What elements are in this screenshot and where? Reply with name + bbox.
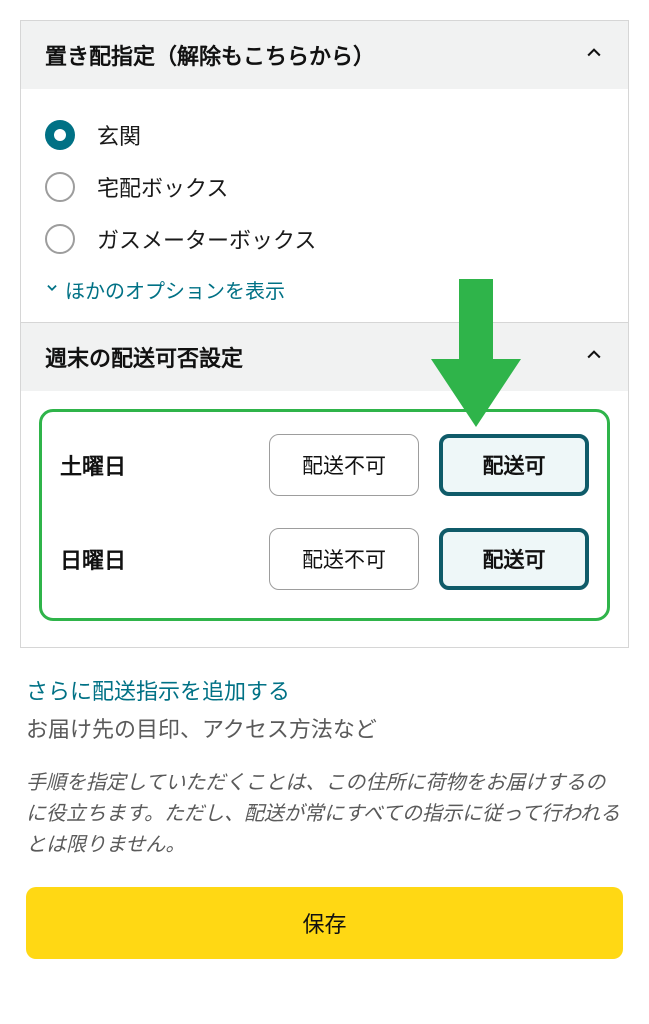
weekend-row-sunday: 日曜日 配送不可 配送可	[60, 528, 589, 590]
placement-option-label: ガスメーターボックス	[97, 223, 316, 255]
saturday-toggle-group: 配送不可 配送可	[184, 434, 589, 496]
weekend-title: 週末の配送可否設定	[45, 341, 243, 373]
placement-option-label: 宅配ボックス	[97, 171, 228, 203]
placement-option-entrance[interactable]: 玄関	[45, 109, 604, 161]
placement-panel: 置き配指定（解除もこちらから） 玄関 宅配ボックス ガスメーターボックス	[20, 20, 629, 323]
show-more-options-label: ほかのオプションを表示	[65, 275, 285, 304]
placement-title: 置き配指定（解除もこちらから）	[45, 39, 375, 71]
add-instructions-subtext: お届け先の目印、アクセス方法など	[26, 712, 623, 744]
disclaimer-text: 手順を指定していただくことは、この住所に荷物をお届けするのに役立ちます。ただし、…	[26, 768, 623, 861]
weekend-highlight: 土曜日 配送不可 配送可 日曜日 配送不可 配送可	[39, 409, 610, 621]
chevron-up-icon	[584, 43, 604, 68]
extra-area: さらに配送指示を追加する お届け先の目印、アクセス方法など 手順を指定していただ…	[20, 648, 629, 959]
placement-option-gas-meter-box[interactable]: ガスメーターボックス	[45, 213, 604, 265]
add-instructions-link[interactable]: さらに配送指示を追加する	[26, 674, 290, 706]
saturday-no-button[interactable]: 配送不可	[269, 434, 419, 496]
placement-option-delivery-box[interactable]: 宅配ボックス	[45, 161, 604, 213]
sunday-no-button[interactable]: 配送不可	[269, 528, 419, 590]
show-more-options-link[interactable]: ほかのオプションを表示	[45, 275, 285, 304]
chevron-up-icon	[584, 345, 604, 370]
weekend-row-saturday: 土曜日 配送不可 配送可	[60, 434, 589, 496]
placement-header[interactable]: 置き配指定（解除もこちらから）	[21, 21, 628, 89]
placement-body: 玄関 宅配ボックス ガスメーターボックス ほかのオプションを表示	[21, 89, 628, 322]
saturday-yes-button[interactable]: 配送可	[439, 434, 589, 496]
radio-unchecked-icon	[45, 224, 75, 254]
weekend-panel: 週末の配送可否設定 土曜日 配送不可 配送可	[20, 323, 629, 648]
weekend-day-label: 日曜日	[60, 543, 170, 575]
save-button[interactable]: 保存	[26, 887, 623, 959]
weekend-day-label: 土曜日	[60, 449, 170, 481]
chevron-down-icon	[45, 278, 59, 301]
weekend-body: 土曜日 配送不可 配送可 日曜日 配送不可 配送可	[21, 391, 628, 647]
weekend-header[interactable]: 週末の配送可否設定	[21, 323, 628, 391]
sunday-yes-button[interactable]: 配送可	[439, 528, 589, 590]
placement-option-label: 玄関	[97, 119, 141, 151]
radio-unchecked-icon	[45, 172, 75, 202]
sunday-toggle-group: 配送不可 配送可	[184, 528, 589, 590]
radio-checked-icon	[45, 120, 75, 150]
